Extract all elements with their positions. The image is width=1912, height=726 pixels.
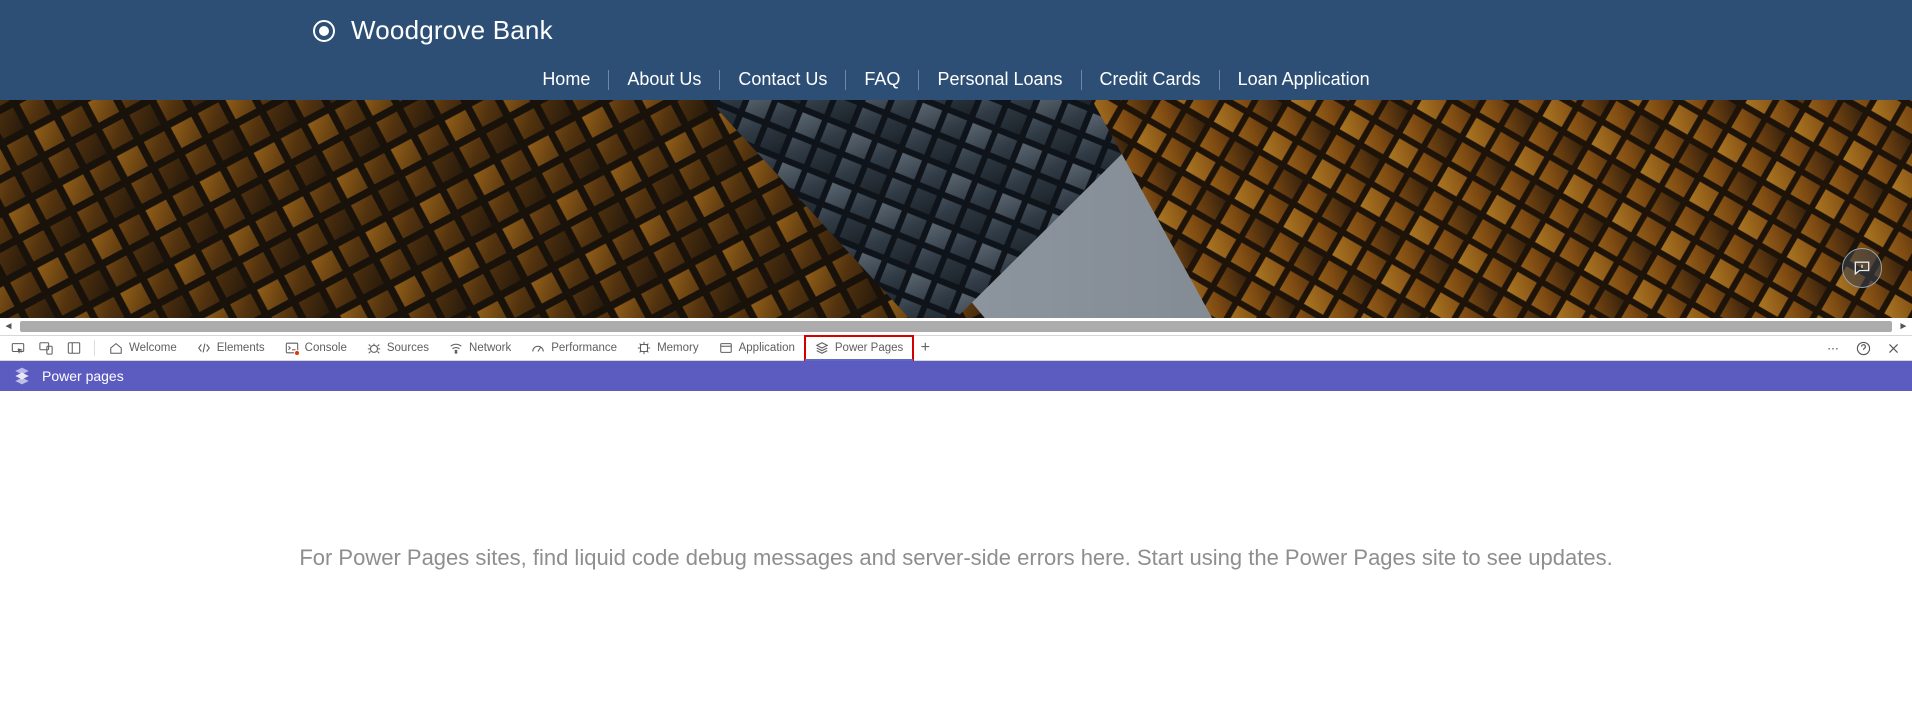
chat-icon: [1852, 258, 1872, 278]
panel-title: Power pages: [42, 368, 124, 384]
tab-label: Network: [469, 342, 511, 354]
devtools-tabstrip: Welcome Elements Console Sources Network…: [0, 335, 1912, 361]
brand-name: Woodgrove Bank: [351, 15, 553, 46]
wifi-icon: [449, 341, 463, 355]
power-pages-icon: [815, 341, 829, 355]
tabstrip-separator: [94, 340, 95, 356]
inspect-icon: [11, 341, 25, 355]
power-pages-logo-icon: [12, 366, 32, 386]
scroll-right-arrow-icon[interactable]: ►: [1895, 318, 1912, 335]
nav-about[interactable]: About Us: [609, 69, 719, 90]
tab-sources[interactable]: Sources: [357, 336, 439, 360]
tab-label: Console: [305, 342, 347, 354]
plus-icon: +: [921, 339, 930, 357]
inspect-element-button[interactable]: [6, 336, 30, 360]
tab-welcome[interactable]: Welcome: [99, 336, 187, 360]
tab-label: Power Pages: [835, 342, 903, 354]
tab-performance[interactable]: Performance: [521, 336, 627, 360]
device-emulation-button[interactable]: [34, 336, 58, 360]
tab-label: Sources: [387, 342, 429, 354]
tab-power-pages[interactable]: Power Pages: [805, 336, 913, 360]
chat-launcher-button[interactable]: [1842, 248, 1882, 288]
help-icon: [1856, 341, 1871, 356]
nav-faq[interactable]: FAQ: [846, 69, 918, 90]
bug-icon: [367, 341, 381, 355]
tab-memory[interactable]: Memory: [627, 336, 709, 360]
scroll-thumb[interactable]: [20, 321, 1892, 332]
site-header: Woodgrove Bank Home About Us Contact Us …: [0, 0, 1912, 100]
scroll-left-arrow-icon[interactable]: ◄: [0, 318, 17, 335]
add-tab-button[interactable]: +: [913, 339, 937, 357]
tab-console[interactable]: Console: [275, 336, 357, 360]
nav-credit-cards[interactable]: Credit Cards: [1082, 69, 1219, 90]
nav-loan-application[interactable]: Loan Application: [1220, 69, 1388, 90]
home-icon: [109, 341, 123, 355]
hero-image: [0, 100, 1912, 318]
tab-label: Application: [739, 342, 795, 354]
tab-label: Memory: [657, 342, 699, 354]
tab-application[interactable]: Application: [709, 336, 805, 360]
site-viewport-inner: Woodgrove Bank Home About Us Contact Us …: [0, 0, 1912, 318]
close-devtools-button[interactable]: [1882, 337, 1904, 359]
ellipsis-icon: ⋯: [1827, 341, 1839, 355]
tab-elements[interactable]: Elements: [187, 336, 275, 360]
brand-logo-icon: [313, 20, 335, 42]
chip-icon: [637, 341, 651, 355]
tab-label: Welcome: [129, 342, 177, 354]
brand: Woodgrove Bank: [313, 15, 553, 46]
panel-icon: [67, 341, 81, 355]
power-pages-panel-body: For Power Pages sites, find liquid code …: [0, 391, 1912, 726]
tab-network[interactable]: Network: [439, 336, 521, 360]
main-nav: Home About Us Contact Us FAQ Personal Lo…: [0, 69, 1912, 90]
nav-personal-loans[interactable]: Personal Loans: [919, 69, 1080, 90]
devices-icon: [39, 341, 53, 355]
console-icon: [285, 341, 299, 355]
horizontal-scrollbar[interactable]: ◄ ►: [0, 318, 1912, 335]
close-icon: [1887, 342, 1900, 355]
gauge-icon: [531, 341, 545, 355]
site-viewport: Woodgrove Bank Home About Us Contact Us …: [0, 0, 1912, 335]
help-button[interactable]: [1852, 337, 1874, 359]
nav-contact[interactable]: Contact Us: [720, 69, 845, 90]
activity-bar-button[interactable]: [62, 336, 86, 360]
panel-empty-message: For Power Pages sites, find liquid code …: [299, 543, 1612, 574]
code-icon: [197, 341, 211, 355]
tab-label: Elements: [217, 342, 265, 354]
window-icon: [719, 341, 733, 355]
more-tools-button[interactable]: ⋯: [1822, 337, 1844, 359]
tab-label: Performance: [551, 342, 617, 354]
power-pages-panel-header: Power pages: [0, 361, 1912, 391]
nav-home[interactable]: Home: [524, 69, 608, 90]
